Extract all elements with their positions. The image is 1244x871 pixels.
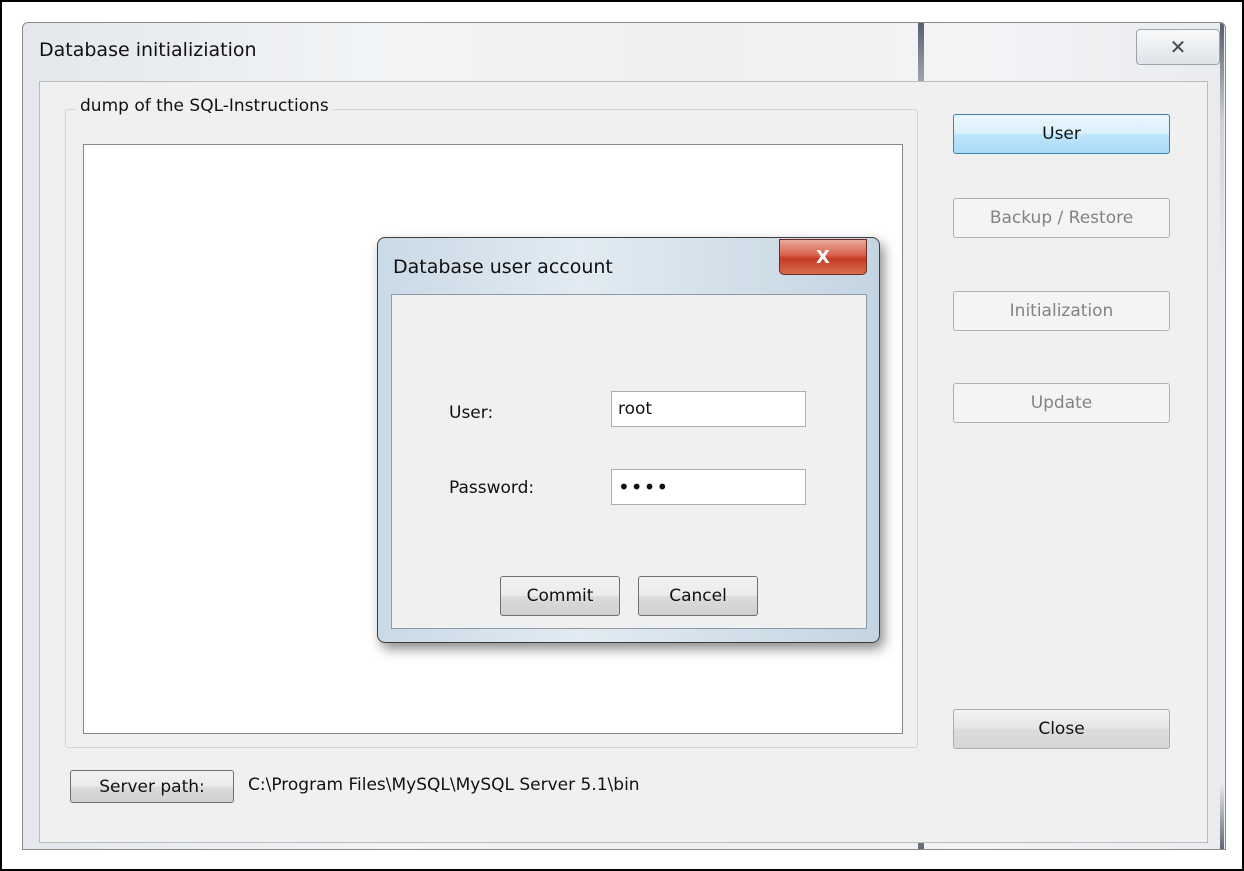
dialog-close-button[interactable]: X bbox=[779, 239, 867, 275]
window-close-button[interactable]: ✕ bbox=[1136, 29, 1220, 65]
close-button[interactable]: Close bbox=[953, 709, 1170, 749]
glass-reflection-edge bbox=[1220, 23, 1224, 849]
close-icon: ✕ bbox=[1169, 35, 1187, 59]
server-path-button[interactable]: Server path: bbox=[70, 770, 234, 803]
backup-restore-button[interactable]: Backup / Restore bbox=[953, 198, 1170, 238]
close-icon: X bbox=[816, 246, 830, 268]
initialization-button[interactable]: Initialization bbox=[953, 291, 1170, 331]
groupbox-legend: dump of the SQL-Instructions bbox=[76, 96, 333, 116]
cancel-button[interactable]: Cancel bbox=[638, 576, 758, 616]
dialog-client-area: User: root Password: •••• Commit Cancel bbox=[391, 294, 867, 629]
user-input[interactable]: root bbox=[611, 391, 806, 427]
window-title: Database initializiation bbox=[39, 39, 257, 61]
server-path-text: C:\Program Files\MySQL\MySQL Server 5.1\… bbox=[248, 775, 640, 795]
commit-button[interactable]: Commit bbox=[500, 576, 620, 616]
user-account-dialog: Database user account X User: root Passw… bbox=[377, 237, 880, 643]
user-button[interactable]: User bbox=[953, 114, 1170, 154]
update-button[interactable]: Update bbox=[953, 383, 1170, 423]
screenshot-frame: Database initializiation ✕ dump of the S… bbox=[0, 0, 1244, 871]
dialog-title: Database user account bbox=[393, 256, 613, 278]
password-label: Password: bbox=[449, 478, 535, 498]
user-label: User: bbox=[449, 403, 494, 423]
password-input[interactable]: •••• bbox=[611, 469, 806, 505]
